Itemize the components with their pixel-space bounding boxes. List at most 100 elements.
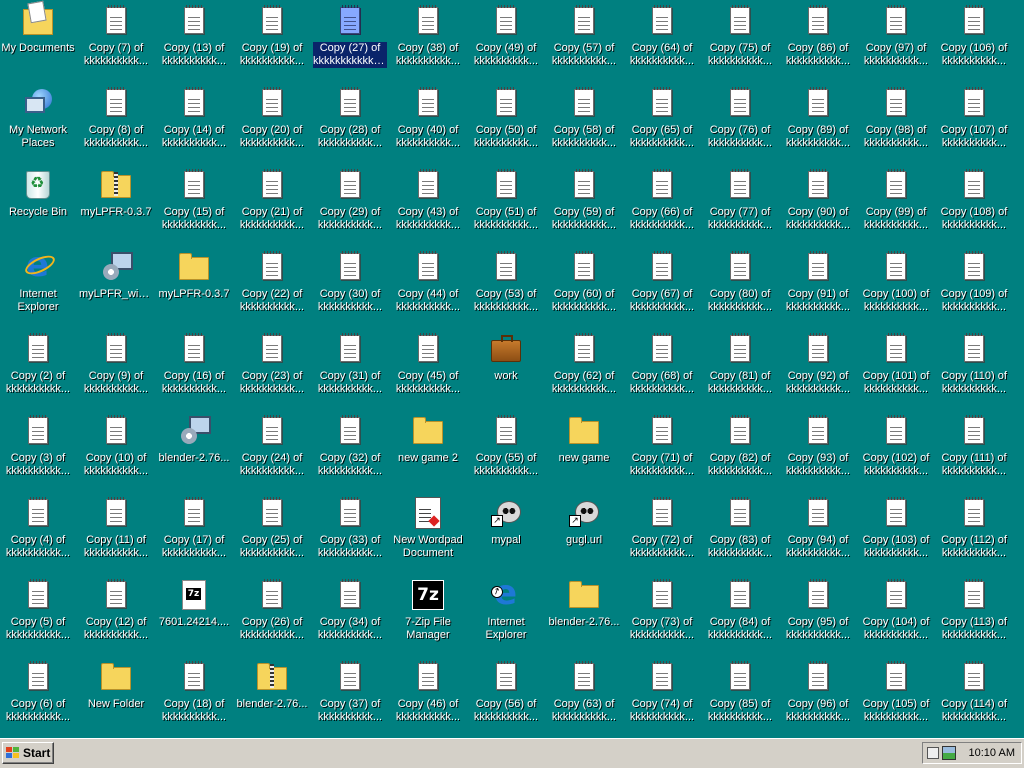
desktop-icon[interactable]: Copy (29) of kkkkkkkkkk... <box>313 166 387 244</box>
desktop-icon[interactable]: Copy (114) of kkkkkkkkkk... <box>937 658 1011 736</box>
desktop-icon[interactable]: Copy (21) of kkkkkkkkkk... <box>235 166 309 244</box>
start-button[interactable]: Start <box>2 742 54 764</box>
desktop-icon[interactable]: Copy (57) of kkkkkkkkkk... <box>547 2 621 80</box>
desktop-icon[interactable]: Copy (74) of kkkkkkkkkk... <box>625 658 699 736</box>
desktop-icon[interactable]: Copy (11) of kkkkkkkkkk... <box>79 494 153 572</box>
desktop-icon[interactable]: Copy (34) of kkkkkkkkkk... <box>313 576 387 654</box>
desktop-icon[interactable]: New Wordpad Document <box>391 494 465 572</box>
desktop-icon[interactable]: Copy (97) of kkkkkkkkkk... <box>859 2 933 80</box>
desktop-icon[interactable]: Copy (28) of kkkkkkkkkk... <box>313 84 387 162</box>
desktop-icon[interactable]: Copy (108) of kkkkkkkkkk... <box>937 166 1011 244</box>
desktop-icon[interactable]: Copy (19) of kkkkkkkkkk... <box>235 2 309 80</box>
desktop-icon[interactable]: Copy (31) of kkkkkkkkkk... <box>313 330 387 408</box>
desktop-icon[interactable]: Copy (51) of kkkkkkkkkk... <box>469 166 543 244</box>
keyboard-icon[interactable] <box>927 747 939 759</box>
desktop-icon[interactable]: Copy (9) of kkkkkkkkkk... <box>79 330 153 408</box>
desktop-icon[interactable]: My Documents <box>1 2 75 80</box>
desktop-icon[interactable]: Copy (102) of kkkkkkkkkk... <box>859 412 933 490</box>
desktop-icon[interactable]: Copy (107) of kkkkkkkkkk... <box>937 84 1011 162</box>
desktop-icon[interactable]: Copy (45) of kkkkkkkkkk... <box>391 330 465 408</box>
desktop-icon[interactable]: Copy (68) of kkkkkkkkkk... <box>625 330 699 408</box>
desktop-icon[interactable]: Copy (104) of kkkkkkkkkk... <box>859 576 933 654</box>
desktop-icon[interactable]: Copy (32) of kkkkkkkkkk... <box>313 412 387 490</box>
desktop-icon[interactable]: Copy (14) of kkkkkkkkkk... <box>157 84 231 162</box>
desktop-icon[interactable]: Copy (73) of kkkkkkkkkk... <box>625 576 699 654</box>
desktop-icon[interactable]: Copy (81) of kkkkkkkkkk... <box>703 330 777 408</box>
desktop-icon[interactable]: Copy (95) of kkkkkkkkkk... <box>781 576 855 654</box>
desktop-icon[interactable]: 7601.24214.... <box>157 576 231 654</box>
desktop-icon[interactable]: Copy (92) of kkkkkkkkkk... <box>781 330 855 408</box>
desktop-icon[interactable]: Copy (89) of kkkkkkkkkk... <box>781 84 855 162</box>
desktop-icon[interactable]: Copy (59) of kkkkkkkkkk... <box>547 166 621 244</box>
desktop-icon[interactable]: Copy (22) of kkkkkkkkkk... <box>235 248 309 326</box>
desktop-icon[interactable]: 7z 7-Zip File Manager <box>391 576 465 654</box>
desktop-icon[interactable]: Copy (113) of kkkkkkkkkk... <box>937 576 1011 654</box>
desktop-icon[interactable]: Copy (23) of kkkkkkkkkk... <box>235 330 309 408</box>
desktop-icon[interactable]: Copy (53) of kkkkkkkkkk... <box>469 248 543 326</box>
desktop-icon[interactable]: Copy (18) of kkkkkkkkkk... <box>157 658 231 736</box>
desktop-icon[interactable]: Copy (3) of kkkkkkkkkk... <box>1 412 75 490</box>
desktop-icon[interactable]: Copy (63) of kkkkkkkkkk... <box>547 658 621 736</box>
desktop-icon[interactable]: new game 2 <box>391 412 465 490</box>
desktop-icon[interactable]: Copy (40) of kkkkkkkkkk... <box>391 84 465 162</box>
desktop-icon[interactable]: Copy (110) of kkkkkkkkkk... <box>937 330 1011 408</box>
desktop-icon[interactable]: Copy (20) of kkkkkkkkkk... <box>235 84 309 162</box>
desktop-icon[interactable]: Copy (26) of kkkkkkkkkk... <box>235 576 309 654</box>
desktop-icon[interactable]: Copy (43) of kkkkkkkkkk... <box>391 166 465 244</box>
desktop-icon[interactable]: Copy (24) of kkkkkkkkkk... <box>235 412 309 490</box>
desktop-icon[interactable]: InternetExplorer <box>1 245 75 326</box>
desktop-icon[interactable]: Copy (90) of kkkkkkkkkk... <box>781 166 855 244</box>
desktop-icon[interactable]: Copy (56) of kkkkkkkkkk... <box>469 658 543 736</box>
desktop-icon[interactable]: Copy (37) of kkkkkkkkkk... <box>313 658 387 736</box>
desktop-icon[interactable]: Copy (13) of kkkkkkkkkk... <box>157 2 231 80</box>
desktop-icon[interactable]: myLPFR_win... <box>79 248 153 326</box>
desktop-icon[interactable]: Copy (67) of kkkkkkkkkk... <box>625 248 699 326</box>
desktop-icon[interactable]: gugl.url <box>547 494 621 572</box>
desktop-icon[interactable]: Copy (91) of kkkkkkkkkk... <box>781 248 855 326</box>
desktop-icon[interactable]: Copy (84) of kkkkkkkkkk... <box>703 576 777 654</box>
desktop-icon[interactable]: Copy (85) of kkkkkkkkkk... <box>703 658 777 736</box>
desktop-icon[interactable]: Copy (83) of kkkkkkkkkk... <box>703 494 777 572</box>
desktop-icon[interactable]: Copy (27) ofkkkkkkkkkkkk kkkkkkkkkkkk <box>313 2 387 80</box>
desktop-icon[interactable]: Copy (58) of kkkkkkkkkk... <box>547 84 621 162</box>
desktop-icon[interactable]: Copy (5) of kkkkkkkkkk... <box>1 576 75 654</box>
desktop-icon[interactable]: InternetExplorer <box>469 573 543 654</box>
desktop-icon[interactable]: Copy (96) of kkkkkkkkkk... <box>781 658 855 736</box>
desktop-icon[interactable]: Copy (106) of kkkkkkkkkk... <box>937 2 1011 80</box>
desktop-icon[interactable]: Copy (50) of kkkkkkkkkk... <box>469 84 543 162</box>
desktop-icon[interactable]: myLPFR-0.3.7 <box>157 248 231 326</box>
desktop-icon[interactable]: blender-2.76... <box>235 658 309 736</box>
desktop-icon[interactable]: Copy (46) of kkkkkkkkkk... <box>391 658 465 736</box>
desktop-icon[interactable]: Copy (33) of kkkkkkkkkk... <box>313 494 387 572</box>
desktop-icon[interactable]: Copy (77) of kkkkkkkkkk... <box>703 166 777 244</box>
desktop[interactable]: My Documents My NetworkPlaces Recycle Bin I… <box>0 0 1024 738</box>
desktop-icon[interactable]: Copy (12) of kkkkkkkkkk... <box>79 576 153 654</box>
desktop-icon[interactable]: Copy (72) of kkkkkkkkkk... <box>625 494 699 572</box>
desktop-icon[interactable]: Copy (109) of kkkkkkkkkk... <box>937 248 1011 326</box>
desktop-icon[interactable]: Copy (10) of kkkkkkkkkk... <box>79 412 153 490</box>
desktop-icon[interactable]: Copy (66) of kkkkkkkkkk... <box>625 166 699 244</box>
desktop-icon[interactable]: Copy (105) of kkkkkkkkkk... <box>859 658 933 736</box>
desktop-icon[interactable]: Copy (82) of kkkkkkkkkk... <box>703 412 777 490</box>
desktop-icon[interactable]: blender-2.76... <box>157 412 231 490</box>
desktop-icon[interactable]: myLPFR-0.3.7 <box>79 166 153 244</box>
desktop-icon[interactable]: Copy (15) of kkkkkkkkkk... <box>157 166 231 244</box>
desktop-icon[interactable]: Copy (75) of kkkkkkkkkk... <box>703 2 777 80</box>
desktop-icon[interactable]: Copy (98) of kkkkkkkkkk... <box>859 84 933 162</box>
desktop-icon[interactable]: Copy (30) of kkkkkkkkkk... <box>313 248 387 326</box>
desktop-icon[interactable]: Copy (94) of kkkkkkkkkk... <box>781 494 855 572</box>
desktop-icon[interactable]: Copy (7) of kkkkkkkkkk... <box>79 2 153 80</box>
desktop-icon[interactable]: Copy (64) of kkkkkkkkkk... <box>625 2 699 80</box>
desktop-icon[interactable]: Copy (6) of kkkkkkkkkk... <box>1 658 75 736</box>
desktop-icon[interactable]: Copy (101) of kkkkkkkkkk... <box>859 330 933 408</box>
desktop-icon[interactable]: Copy (76) of kkkkkkkkkk... <box>703 84 777 162</box>
desktop-icon[interactable]: Copy (100) of kkkkkkkkkk... <box>859 248 933 326</box>
desktop-icon[interactable]: Copy (44) of kkkkkkkkkk... <box>391 248 465 326</box>
desktop-icon[interactable]: Copy (38) of kkkkkkkkkk... <box>391 2 465 80</box>
desktop-icon[interactable]: Copy (86) of kkkkkkkkkk... <box>781 2 855 80</box>
desktop-icon[interactable]: Copy (112) of kkkkkkkkkk... <box>937 494 1011 572</box>
desktop-icon[interactable]: Copy (17) of kkkkkkkkkk... <box>157 494 231 572</box>
desktop-icon[interactable]: Copy (71) of kkkkkkkkkk... <box>625 412 699 490</box>
desktop-icon[interactable]: Copy (99) of kkkkkkkkkk... <box>859 166 933 244</box>
desktop-icon[interactable]: Copy (49) of kkkkkkkkkk... <box>469 2 543 80</box>
